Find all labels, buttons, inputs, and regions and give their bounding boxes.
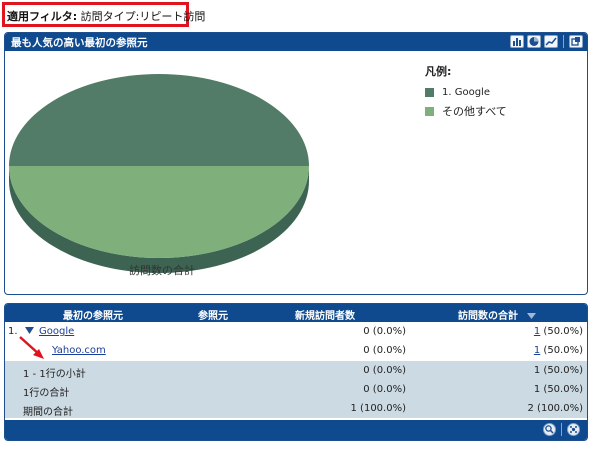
visits-pct: (50.0%) [540, 326, 583, 337]
summary-label: 1 - 1行の小計 [23, 369, 86, 380]
legend-swatch-other [425, 106, 434, 116]
col-header-total-visits-label: 訪問数の合計 [458, 311, 518, 322]
legend-title: 凡例: [425, 65, 452, 78]
summary-new-visitors: 0 (0.0%) [363, 365, 406, 376]
chart-panel-header: 最も人気の高い最初の参照元 [5, 33, 587, 51]
chart-caption: 訪問数の合計 [129, 264, 195, 277]
applied-filter-box: 適用フィルタ: 訪問タイプ:リピート訪問 [2, 2, 205, 27]
visits-cell: 1 (50.0%) [534, 326, 583, 337]
header-icon-separator [563, 35, 564, 48]
new-visitors-cell: 0 (0.0%) [363, 345, 406, 356]
table-row: 1. Google 0 (0.0%) 1 (50.0%) [5, 322, 587, 341]
col-header-total-visits[interactable]: 訪問数の合計 [458, 307, 537, 322]
chart-panel-title: 最も人気の高い最初の参照元 [11, 36, 148, 49]
col-header-new-visitors[interactable]: 新規訪問者数 [295, 307, 355, 322]
legend-swatch-google [425, 88, 434, 97]
summary-label: 1行の合計 [23, 388, 70, 399]
summary-label: 期間の合計 [23, 407, 73, 418]
legend-item-google: 1. Google [425, 87, 507, 98]
visits-pct: (50.0%) [540, 345, 583, 356]
pie-chart-icon[interactable] [527, 35, 541, 48]
filter-label: 適用フィルタ: [7, 10, 78, 23]
new-visitors-cell: 0 (0.0%) [363, 326, 406, 337]
zoom-icon[interactable] [543, 423, 556, 436]
footer-separator [561, 423, 562, 436]
line-chart-icon[interactable] [544, 35, 558, 48]
pie-slice-0[interactable] [9, 74, 309, 166]
period-total-row: 期間の合計 1 (100.0%) 2 (100.0%) [5, 399, 587, 418]
settings-icon[interactable] [567, 423, 580, 436]
summary-new-visitors: 0 (0.0%) [363, 384, 406, 395]
table-footer [5, 420, 587, 440]
table-header: 最初の参照元 参照元 新規訪問者数 訪問数の合計 [5, 304, 587, 322]
filter-value: 訪問タイプ:リピート訪問 [77, 10, 206, 23]
chart-panel: 最も人気の高い最初の参照元 凡例: 1. Google その他すべて 訪問数の合… [4, 32, 588, 295]
chart-legend: 凡例: 1. Google その他すべて [425, 63, 507, 124]
col-header-first-source[interactable]: 最初の参照元 [63, 307, 123, 322]
legend-label-other: その他すべて [442, 105, 507, 118]
subtotal-row: 1 - 1行の小計 0 (0.0%) 1 (50.0%) [5, 361, 587, 380]
source-link-yahoo[interactable]: Yahoo.com [52, 345, 106, 356]
export-icon[interactable] [569, 35, 583, 48]
col-header-source[interactable]: 参照元 [198, 307, 228, 322]
summary-new-visitors: 1 (100.0%) [350, 403, 406, 414]
sort-desc-icon[interactable] [527, 312, 537, 320]
annotation-arrow-icon [19, 336, 44, 359]
bar-chart-icon[interactable] [510, 35, 524, 48]
summary-visits: 1 (50.0%) [533, 365, 583, 376]
table-panel: 最初の参照元 参照元 新規訪問者数 訪問数の合計 1. Google 0 (0.… [4, 303, 588, 441]
table-row: Yahoo.com 0 (0.0%) 1 (50.0%) [5, 341, 587, 360]
visits-cell: 1 (50.0%) [534, 345, 583, 356]
summary-visits: 2 (100.0%) [527, 403, 583, 414]
legend-item-other: その他すべて [425, 103, 507, 119]
legend-label-google: 1. Google [442, 87, 490, 98]
total-row: 1行の合計 0 (0.0%) 1 (50.0%) [5, 380, 587, 399]
summary-visits: 1 (50.0%) [533, 384, 583, 395]
